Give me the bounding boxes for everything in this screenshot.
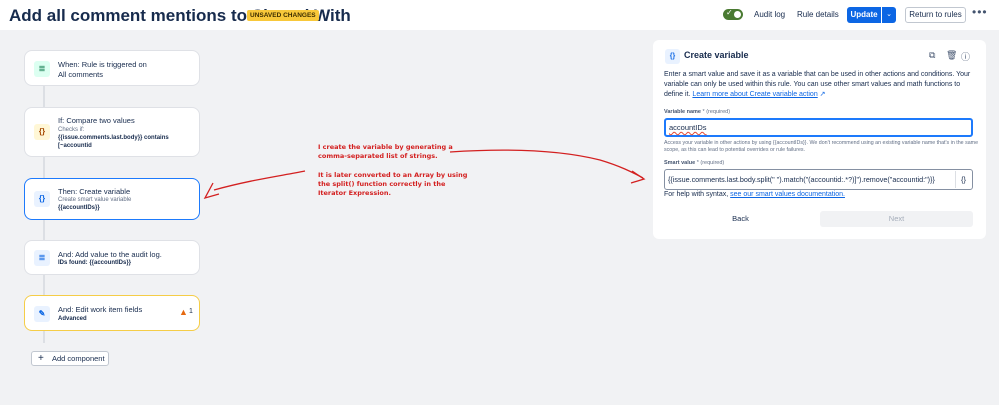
create-variable-panel: {} Create variable ⧉ 🗑 ⓘ Enter a smart v… xyxy=(653,40,986,239)
help-icon[interactable]: ⓘ xyxy=(961,50,970,63)
smart-value-label: Smart value * (required) xyxy=(664,160,724,166)
syntax-help: For help with syntax, see our smart valu… xyxy=(664,191,845,198)
smart-value-input[interactable]: {{issue.comments.last.body.split(" ").ma… xyxy=(664,169,973,190)
panel-description: Enter a smart value and save it as a var… xyxy=(664,70,979,100)
required-indicator: * (required) xyxy=(702,109,731,115)
learn-more-link[interactable]: Learn more about Create variable action xyxy=(692,91,817,98)
arrow-right xyxy=(449,149,644,179)
next-button[interactable]: Next xyxy=(820,211,973,227)
smart-values-doc-link[interactable]: see our smart values documentation. xyxy=(730,191,845,198)
back-button[interactable]: Back xyxy=(664,211,817,227)
label-text: Variable name xyxy=(664,109,701,115)
required-indicator: * (required) xyxy=(696,160,725,166)
panel-title: Create variable xyxy=(684,50,749,60)
variable-name-help: Access your variable in other actions by… xyxy=(664,140,979,153)
smart-value-picker-button[interactable]: {} xyxy=(955,171,971,188)
copy-icon[interactable]: ⧉ xyxy=(929,50,935,61)
arrow-left-head xyxy=(203,182,220,200)
variable-name-label: Variable name * (required) xyxy=(664,109,730,115)
variable-icon: {} xyxy=(665,49,680,64)
variable-name-input[interactable]: accountIDs xyxy=(664,118,973,137)
delete-icon[interactable]: 🗑 xyxy=(946,50,957,61)
arrow-left xyxy=(213,170,306,191)
syntax-help-text: For help with syntax, xyxy=(664,191,729,198)
variable-name-value: accountIDs xyxy=(669,123,707,132)
smart-value-text: {{issue.comments.last.body.split(" ").ma… xyxy=(668,175,935,184)
external-link-icon: ↗ xyxy=(819,91,826,98)
label-text: Smart value xyxy=(664,160,696,166)
